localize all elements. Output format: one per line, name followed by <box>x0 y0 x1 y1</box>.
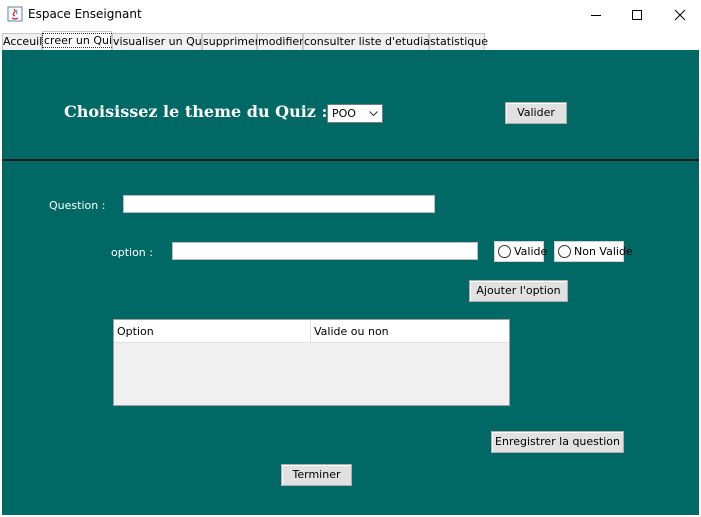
minimize-button[interactable] <box>573 0 619 29</box>
column-header-valid[interactable]: Valide ou non <box>310 320 509 343</box>
tab-label: consulter liste d'etudiants <box>304 35 447 48</box>
tab-modifier[interactable]: modifier <box>257 33 304 50</box>
validate-theme-button[interactable]: Valider <box>505 102 567 124</box>
option-input[interactable] <box>172 242 478 260</box>
tab-creer-un-quiz[interactable]: creer un Quiz <box>42 31 120 50</box>
tab-supprimer[interactable]: supprimer <box>202 33 260 50</box>
chevron-down-icon <box>369 111 378 117</box>
create-quiz-panel: Choisissez le theme du Quiz : POO Valide… <box>2 50 699 515</box>
tab-label: creer un Quiz <box>42 33 120 48</box>
close-button[interactable] <box>657 0 701 29</box>
tab-acceuil[interactable]: Acceuil <box>2 33 42 50</box>
tab-visualiser-un-quiz[interactable]: visualiser un Quiz <box>112 33 211 50</box>
tab-statistique[interactable]: statistique <box>429 33 488 50</box>
finish-button[interactable]: Terminer <box>281 464 352 486</box>
close-icon <box>674 9 686 20</box>
add-option-button[interactable]: Ajouter l'option <box>469 280 568 302</box>
theme-heading: Choisissez le theme du Quiz : <box>64 102 328 121</box>
maximize-button[interactable] <box>614 0 660 29</box>
title-bar: Espace Enseignant <box>0 0 701 29</box>
valid-radio[interactable]: Valide <box>494 241 548 262</box>
window-title: Espace Enseignant <box>28 7 142 21</box>
tab-label: supprimer <box>203 35 260 48</box>
valid-radio-label: Valide <box>514 245 548 258</box>
table-header: Option Valide ou non <box>114 320 509 343</box>
option-label: option : <box>111 246 153 259</box>
section-divider <box>2 159 699 161</box>
tab-label: statistique <box>430 35 488 48</box>
question-input[interactable] <box>123 195 435 213</box>
invalid-radio-label: Non Valide <box>574 245 633 258</box>
question-label: Question : <box>49 199 106 212</box>
radio-circle-icon <box>558 245 571 258</box>
tab-label: Acceuil <box>3 35 43 48</box>
column-header-option[interactable]: Option <box>114 320 310 343</box>
tab-label: visualiser un Quiz <box>113 35 211 48</box>
save-question-button[interactable]: Enregistrer la question <box>491 431 624 453</box>
theme-select-value: POO <box>332 107 356 120</box>
maximize-icon <box>632 9 642 20</box>
options-table[interactable]: Option Valide ou non <box>113 319 510 406</box>
radio-circle-icon <box>498 245 511 258</box>
tab-strip: Acceuil creer un Quiz visualiser un Quiz… <box>0 31 701 50</box>
theme-select[interactable]: POO <box>327 104 383 123</box>
java-app-icon <box>7 6 23 22</box>
minimize-icon <box>591 14 601 16</box>
tab-consulter-liste-etudiants[interactable]: consulter liste d'etudiants <box>303 33 447 50</box>
tab-label: modifier <box>258 35 304 48</box>
invalid-radio[interactable]: Non Valide <box>554 241 633 262</box>
